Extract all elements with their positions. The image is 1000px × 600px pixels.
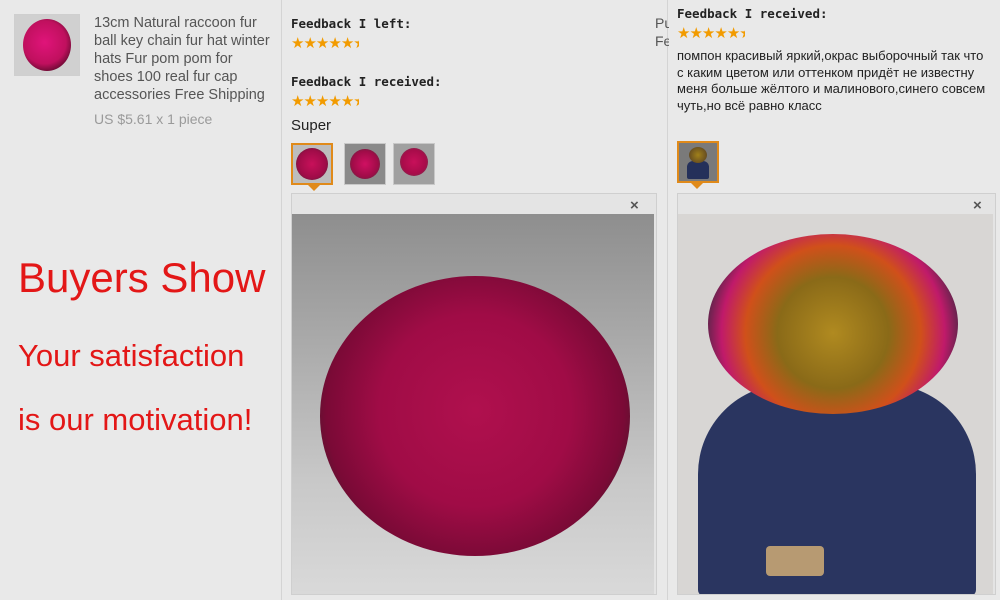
feedback-photo-thumb-1[interactable] — [291, 143, 333, 185]
star-icon: ★ — [689, 25, 702, 42]
half-star-icon: ★ — [353, 36, 359, 52]
selected-indicator-icon — [691, 183, 703, 189]
feedback-received-label-2: Feedback I received: — [677, 6, 828, 21]
selected-indicator-icon — [308, 185, 320, 191]
hat-knit — [698, 384, 976, 594]
half-star-icon: ★ — [353, 94, 359, 110]
star-icon: ★ — [291, 93, 304, 110]
product-thumbnail[interactable] — [14, 14, 80, 76]
hat-label-patch — [766, 546, 824, 576]
star-icon: ★ — [303, 35, 316, 52]
promo-headline: Buyers Show — [18, 254, 266, 301]
column-divider — [667, 0, 668, 600]
feedback-photo-thumb-2[interactable] — [344, 143, 386, 185]
product-title[interactable]: 13cm Natural raccoon fur ball key chain … — [94, 14, 274, 104]
feedback-photo-thumb-3[interactable] — [393, 143, 435, 185]
promo-tagline-1: Your satisfaction — [18, 338, 245, 373]
feedback-comment: Super — [291, 117, 332, 134]
star-icon: ★ — [677, 25, 690, 42]
star-icon: ★ — [340, 35, 354, 52]
hat-pompom — [708, 234, 958, 414]
close-icon[interactable]: × — [973, 197, 982, 214]
star-icon: ★ — [701, 25, 715, 42]
star-icon: ★ — [315, 35, 329, 52]
column-divider — [281, 0, 282, 600]
rating-stars-received-2: ★★★★★★ — [677, 26, 745, 42]
star-icon: ★ — [315, 93, 329, 110]
star-icon: ★ — [340, 93, 354, 110]
product-title-partial[interactable]: Pu Fe — [655, 14, 669, 50]
rating-stars-received: ★★★★★★ — [291, 94, 359, 110]
half-star-icon: ★ — [739, 26, 745, 42]
star-icon: ★ — [714, 25, 727, 42]
star-icon: ★ — [291, 35, 304, 52]
star-icon: ★ — [328, 93, 341, 110]
preview-photo-hat — [678, 214, 993, 594]
rating-stars-left: ★★★★★★ — [291, 36, 359, 52]
star-icon: ★ — [726, 25, 740, 42]
feedback-photo-thumb-4[interactable] — [677, 141, 719, 183]
star-icon: ★ — [328, 35, 341, 52]
product-price: US $5.61 x 1 piece — [94, 111, 213, 127]
star-icon: ★ — [303, 93, 316, 110]
feedback-left-label: Feedback I left: — [291, 16, 412, 31]
feedback-received-label: Feedback I received: — [291, 74, 442, 89]
preview-photo-pompom — [292, 214, 654, 594]
feedback-comment-2: помпон красивый яркий,окрас выборочный т… — [677, 48, 986, 113]
close-icon[interactable]: × — [630, 197, 639, 214]
promo-tagline-2: is our motivation! — [18, 402, 253, 437]
